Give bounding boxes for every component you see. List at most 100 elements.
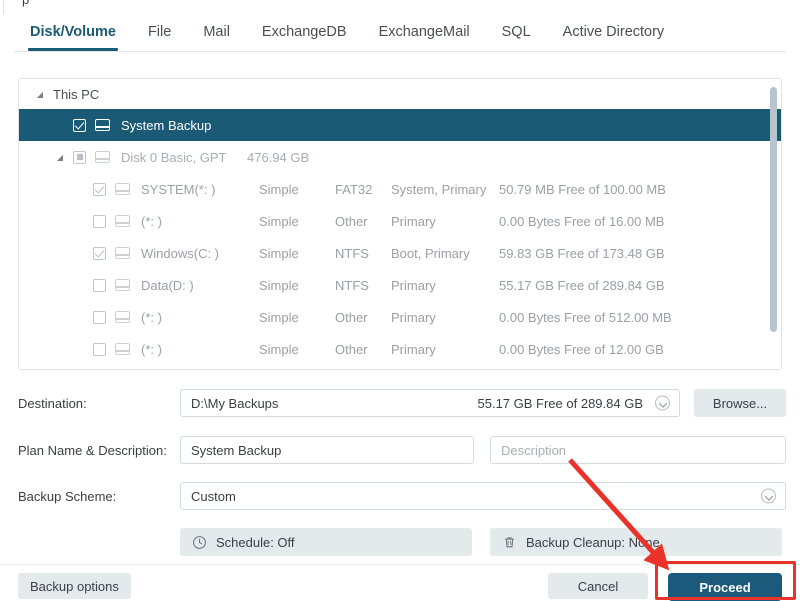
plan-description-placeholder: Description bbox=[501, 442, 567, 458]
row-checkbox[interactable] bbox=[93, 214, 106, 228]
plan-name-value: System Backup bbox=[191, 442, 282, 458]
row-checkbox[interactable] bbox=[93, 182, 106, 196]
drive-icon bbox=[115, 279, 130, 291]
plan-name-label: Plan Name & Description: bbox=[18, 442, 167, 458]
window-top-strip: p bbox=[0, 0, 800, 14]
backup-scheme-select[interactable]: Custom bbox=[180, 482, 786, 510]
volume-type: Simple bbox=[259, 213, 299, 229]
tab-bar: Disk/Volume File Mail ExchangeDB ExchangeMai… bbox=[0, 14, 800, 59]
row-checkbox[interactable] bbox=[73, 150, 86, 164]
tree-row-volume[interactable]: (*: ) Simple Other Primary 0.00 Bytes Free o… bbox=[19, 301, 781, 333]
tab-exchangemail[interactable]: ExchangeMail bbox=[363, 14, 486, 59]
plan-name-row: Plan Name & Description: System Backup D… bbox=[18, 436, 786, 464]
volume-role: System, Primary bbox=[391, 181, 487, 197]
volume-role: Primary bbox=[391, 213, 436, 229]
footer-bar: Backup options Cancel Proceed bbox=[0, 564, 800, 601]
tree-row-label: System Backup bbox=[121, 117, 212, 133]
backup-cleanup-button-label: Backup Cleanup: None bbox=[526, 534, 660, 550]
volume-name: (*: ) bbox=[141, 213, 162, 229]
backup-scheme-row: Backup Scheme: Custom bbox=[18, 482, 786, 510]
tree-row-volume[interactable]: Data(D: ) Simple NTFS Primary 55.17 GB Free … bbox=[19, 269, 781, 301]
destination-label: Destination: bbox=[18, 395, 87, 411]
tab-list: Disk/Volume File Mail ExchangeDB ExchangeMai… bbox=[14, 14, 680, 59]
row-checkbox[interactable] bbox=[93, 310, 106, 324]
destination-row: Destination: D:\My Backups 55.17 GB Free… bbox=[18, 389, 786, 417]
volume-free-space: 0.00 Bytes Free of 16.00 MB bbox=[499, 213, 665, 229]
tab-file[interactable]: File bbox=[132, 14, 187, 59]
drive-icon bbox=[95, 119, 110, 131]
chevron-down-icon[interactable] bbox=[761, 488, 776, 504]
chevron-down-icon[interactable] bbox=[655, 395, 670, 411]
tab-exchangedb[interactable]: ExchangeDB bbox=[246, 14, 363, 59]
backup-scheme-value: Custom bbox=[191, 488, 236, 504]
backup-scheme-label: Backup Scheme: bbox=[18, 488, 117, 504]
expand-caret-icon[interactable]: ◢ bbox=[33, 90, 47, 99]
volume-name: (*: ) bbox=[141, 309, 162, 325]
volume-filesystem: NTFS bbox=[335, 245, 369, 261]
volume-name: SYSTEM(*: ) bbox=[141, 181, 216, 197]
tree-row-volume[interactable]: SYSTEM(*: ) Simple FAT32 System, Primary 50.… bbox=[19, 173, 781, 205]
tree-row-label: Disk 0 Basic, GPT bbox=[121, 149, 227, 165]
volume-type: Simple bbox=[259, 309, 299, 325]
drive-icon bbox=[115, 215, 130, 227]
tree-row-system-backup[interactable]: System Backup bbox=[19, 109, 781, 141]
tree-row-this-pc[interactable]: ◢ This PC bbox=[19, 79, 781, 109]
tree-scrollbar[interactable] bbox=[770, 85, 777, 363]
tab-active-directory[interactable]: Active Directory bbox=[547, 14, 681, 59]
volume-free-space: 0.00 Bytes Free of 512.00 MB bbox=[499, 309, 672, 325]
destination-value: D:\My Backups bbox=[191, 395, 279, 411]
plan-description-input[interactable]: Description bbox=[490, 436, 786, 464]
volume-name: Windows(C: ) bbox=[141, 245, 220, 261]
backup-options-button[interactable]: Backup options bbox=[18, 573, 131, 599]
drive-icon bbox=[115, 247, 130, 259]
schedule-button-label: Schedule: Off bbox=[216, 534, 295, 550]
volume-type: Simple bbox=[259, 277, 299, 293]
tree-row-size: 476.94 GB bbox=[247, 149, 310, 165]
cancel-button[interactable]: Cancel bbox=[548, 573, 648, 599]
row-checkbox[interactable] bbox=[93, 246, 106, 260]
tree-row-volume[interactable]: (*: ) Simple Other Primary 0.00 Bytes Free o… bbox=[19, 205, 781, 237]
proceed-button[interactable]: Proceed bbox=[668, 573, 782, 601]
destination-field[interactable]: D:\My Backups 55.17 GB Free of 289.84 GB bbox=[180, 389, 680, 417]
row-checkbox[interactable] bbox=[93, 342, 106, 356]
volume-type: Simple bbox=[259, 245, 299, 261]
tree-row-disk-0[interactable]: ◢ Disk 0 Basic, GPT 476.94 GB bbox=[19, 141, 781, 173]
volume-name: (*: ) bbox=[141, 341, 162, 357]
row-checkbox[interactable] bbox=[73, 118, 86, 132]
row-checkbox[interactable] bbox=[93, 278, 106, 292]
drive-icon bbox=[115, 311, 130, 323]
drive-icon bbox=[115, 183, 130, 195]
destination-free-space: 55.17 GB Free of 289.84 GB bbox=[477, 395, 644, 411]
volume-free-space: 0.00 Bytes Free of 12.00 GB bbox=[499, 341, 664, 357]
volume-free-space: 50.79 MB Free of 100.00 MB bbox=[499, 181, 666, 197]
volume-filesystem: Other bbox=[335, 341, 368, 357]
drive-icon bbox=[95, 151, 110, 163]
schedule-button[interactable]: Schedule: Off bbox=[180, 528, 472, 556]
volume-free-space: 55.17 GB Free of 289.84 GB bbox=[499, 277, 665, 293]
tree-row-volume[interactable]: (*: ) Simple Other Primary 0.00 Bytes Free o… bbox=[19, 333, 781, 365]
tab-mail[interactable]: Mail bbox=[187, 14, 246, 59]
drive-icon bbox=[115, 343, 130, 355]
tab-bar-divider bbox=[14, 51, 786, 52]
expand-caret-icon[interactable]: ◢ bbox=[53, 153, 67, 162]
volume-name: Data(D: ) bbox=[141, 277, 194, 293]
top-partial-text: p bbox=[22, 0, 29, 7]
volume-role: Primary bbox=[391, 341, 436, 357]
trash-icon bbox=[502, 535, 517, 550]
plan-name-input[interactable]: System Backup bbox=[180, 436, 474, 464]
disk-volume-tree-panel[interactable]: ◢ This PC System Backup ◢ Disk 0 Basic, GPT 4… bbox=[18, 78, 782, 370]
window-left-edge bbox=[0, 0, 4, 14]
volume-filesystem: Other bbox=[335, 309, 368, 325]
tree-row-volume[interactable]: Windows(C: ) Simple NTFS Boot, Primary 59.83… bbox=[19, 237, 781, 269]
volume-filesystem: FAT32 bbox=[335, 181, 373, 197]
volume-role: Primary bbox=[391, 277, 436, 293]
tree-scrollbar-thumb[interactable] bbox=[770, 87, 777, 332]
backup-cleanup-button[interactable]: Backup Cleanup: None bbox=[490, 528, 782, 556]
volume-role: Boot, Primary bbox=[391, 245, 470, 261]
browse-button[interactable]: Browse... bbox=[694, 389, 786, 417]
tab-sql[interactable]: SQL bbox=[486, 14, 547, 59]
tab-disk-volume[interactable]: Disk/Volume bbox=[14, 14, 132, 59]
volume-role: Primary bbox=[391, 309, 436, 325]
volume-filesystem: NTFS bbox=[335, 277, 369, 293]
tree-row-label: This PC bbox=[53, 86, 100, 102]
